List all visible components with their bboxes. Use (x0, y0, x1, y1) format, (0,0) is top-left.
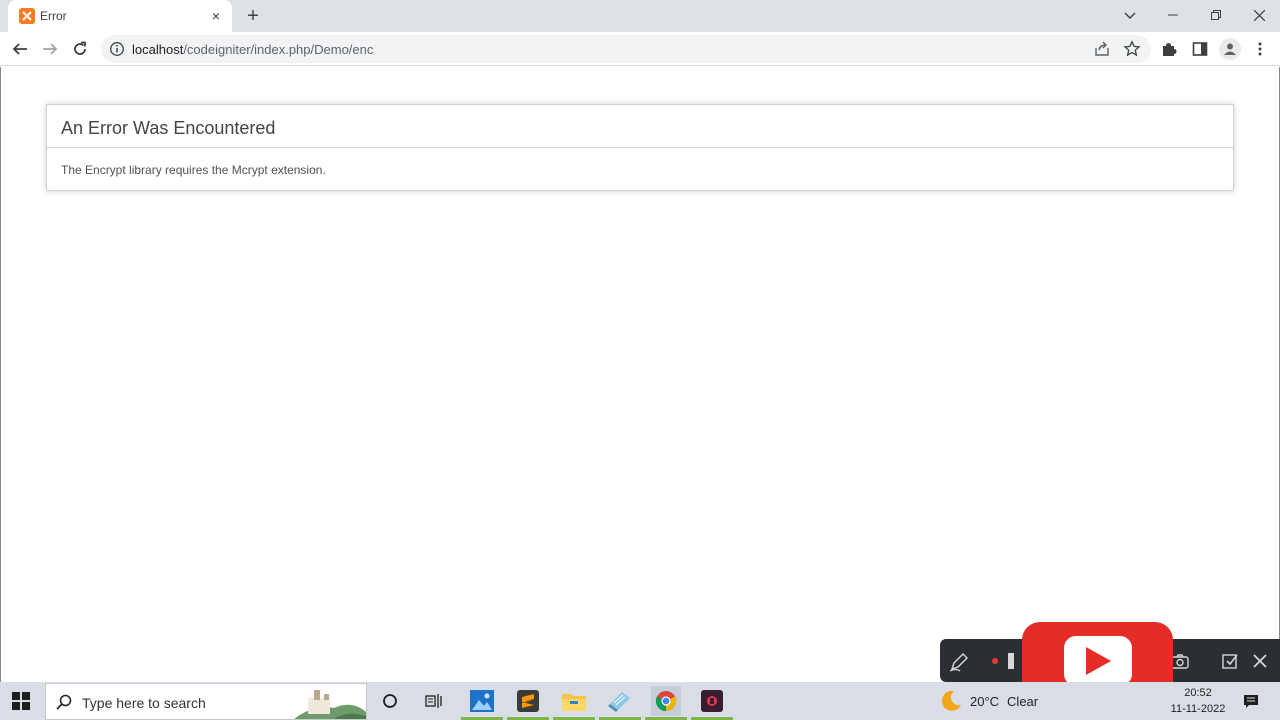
taskbar-app-notepad[interactable] (599, 686, 641, 720)
back-arrow-icon (12, 43, 27, 55)
browser-tab[interactable]: Error × (8, 0, 232, 32)
taskbar-search-box[interactable]: Type here to search (45, 683, 367, 720)
side-panel-icon (1192, 42, 1208, 56)
weather-widget[interactable]: 20°C Clear (939, 682, 1038, 720)
page-border-left (0, 67, 1, 682)
youtube-play-icon (1063, 636, 1132, 686)
forward-arrow-icon (43, 43, 58, 55)
record-indicator-icon (992, 658, 998, 664)
taskbar-app-file-explorer[interactable] (553, 686, 595, 720)
tab-title: Error (40, 9, 67, 23)
moon-icon (941, 690, 961, 711)
profile-icon (1224, 43, 1236, 55)
close-window-button[interactable] (1237, 0, 1280, 30)
taskbar-app-photos[interactable] (461, 686, 503, 720)
recorder-app-icon (701, 690, 723, 712)
extensions-button[interactable] (1159, 39, 1179, 59)
back-button[interactable] (8, 37, 32, 61)
minimize-icon (1168, 14, 1178, 16)
windows-taskbar: Type here to search 20°C Clear 20:52 11-… (0, 682, 1280, 720)
clock-date: 11-11-2022 (1170, 703, 1226, 715)
task-view-button[interactable] (419, 686, 449, 716)
url-text[interactable]: localhost/codeigniter/index.php/Demo/enc (132, 42, 373, 57)
browser-toolbar: localhost/codeigniter/index.php/Demo/enc (0, 32, 1280, 66)
search-placeholder: Type here to search (82, 695, 206, 711)
error-message: The Encrypt library requires the Mcrypt … (61, 163, 326, 177)
side-panel-button[interactable] (1190, 39, 1210, 59)
notepad-icon (608, 692, 630, 712)
tab-search-button[interactable] (1108, 0, 1152, 30)
error-container: An Error Was Encountered The Encrypt lib… (46, 104, 1234, 191)
taskbar-app-sublime-text[interactable] (507, 686, 549, 720)
weather-condition: Clear (1007, 693, 1039, 709)
search-highlight-illustration-icon (294, 690, 366, 719)
new-tab-button[interactable]: + (243, 6, 263, 26)
close-icon (1253, 9, 1265, 21)
pen-icon[interactable] (948, 651, 970, 673)
chrome-icon (655, 691, 677, 712)
minimize-button[interactable] (1151, 0, 1195, 30)
cortana-button[interactable] (375, 686, 405, 716)
xampp-icon (19, 8, 35, 24)
browser-menu-button[interactable] (1250, 39, 1270, 59)
sublime-text-icon (517, 690, 539, 712)
restore-icon (1211, 10, 1221, 20)
camera-icon[interactable] (1170, 651, 1190, 671)
taskbar-clock[interactable]: 20:52 11-11-2022 (1166, 685, 1230, 717)
windows-start-icon[interactable] (12, 692, 30, 710)
forward-button[interactable] (38, 37, 62, 61)
photos-icon (470, 690, 494, 712)
address-bar[interactable]: localhost/codeigniter/index.php/Demo/enc (101, 35, 1151, 63)
url-host: localhost (132, 42, 184, 57)
reload-button[interactable] (68, 37, 92, 61)
pause-icon[interactable] (1008, 653, 1014, 669)
export-icon[interactable] (1220, 651, 1240, 671)
reload-icon (74, 41, 86, 55)
restore-button[interactable] (1194, 0, 1238, 30)
profile-button[interactable] (1219, 38, 1241, 60)
notification-center-button[interactable] (1236, 686, 1266, 716)
close-icon[interactable] (1250, 651, 1270, 671)
search-icon (56, 694, 72, 710)
extensions-icon (1163, 43, 1177, 56)
taskbar-app-recorder[interactable] (691, 686, 733, 720)
star-icon[interactable] (1123, 40, 1141, 58)
tab-close-button[interactable]: × (208, 8, 224, 24)
notification-icon (1244, 695, 1258, 708)
share-icon[interactable] (1093, 40, 1111, 58)
menu-kebab-icon (1258, 42, 1262, 56)
weather-temperature: 20°C (970, 693, 1000, 709)
error-heading: An Error Was Encountered (47, 105, 1233, 148)
cortana-icon (383, 694, 397, 708)
chevron-down-icon (1124, 12, 1136, 19)
task-view-icon (425, 694, 442, 708)
url-path: /codeigniter/index.php/Demo/enc (183, 42, 374, 57)
tab-strip: Error × + (0, 0, 1280, 32)
info-icon[interactable] (109, 41, 125, 57)
clock-time: 20:52 (1184, 687, 1212, 699)
taskbar-app-chrome[interactable] (645, 686, 687, 720)
file-explorer-icon (562, 694, 586, 711)
